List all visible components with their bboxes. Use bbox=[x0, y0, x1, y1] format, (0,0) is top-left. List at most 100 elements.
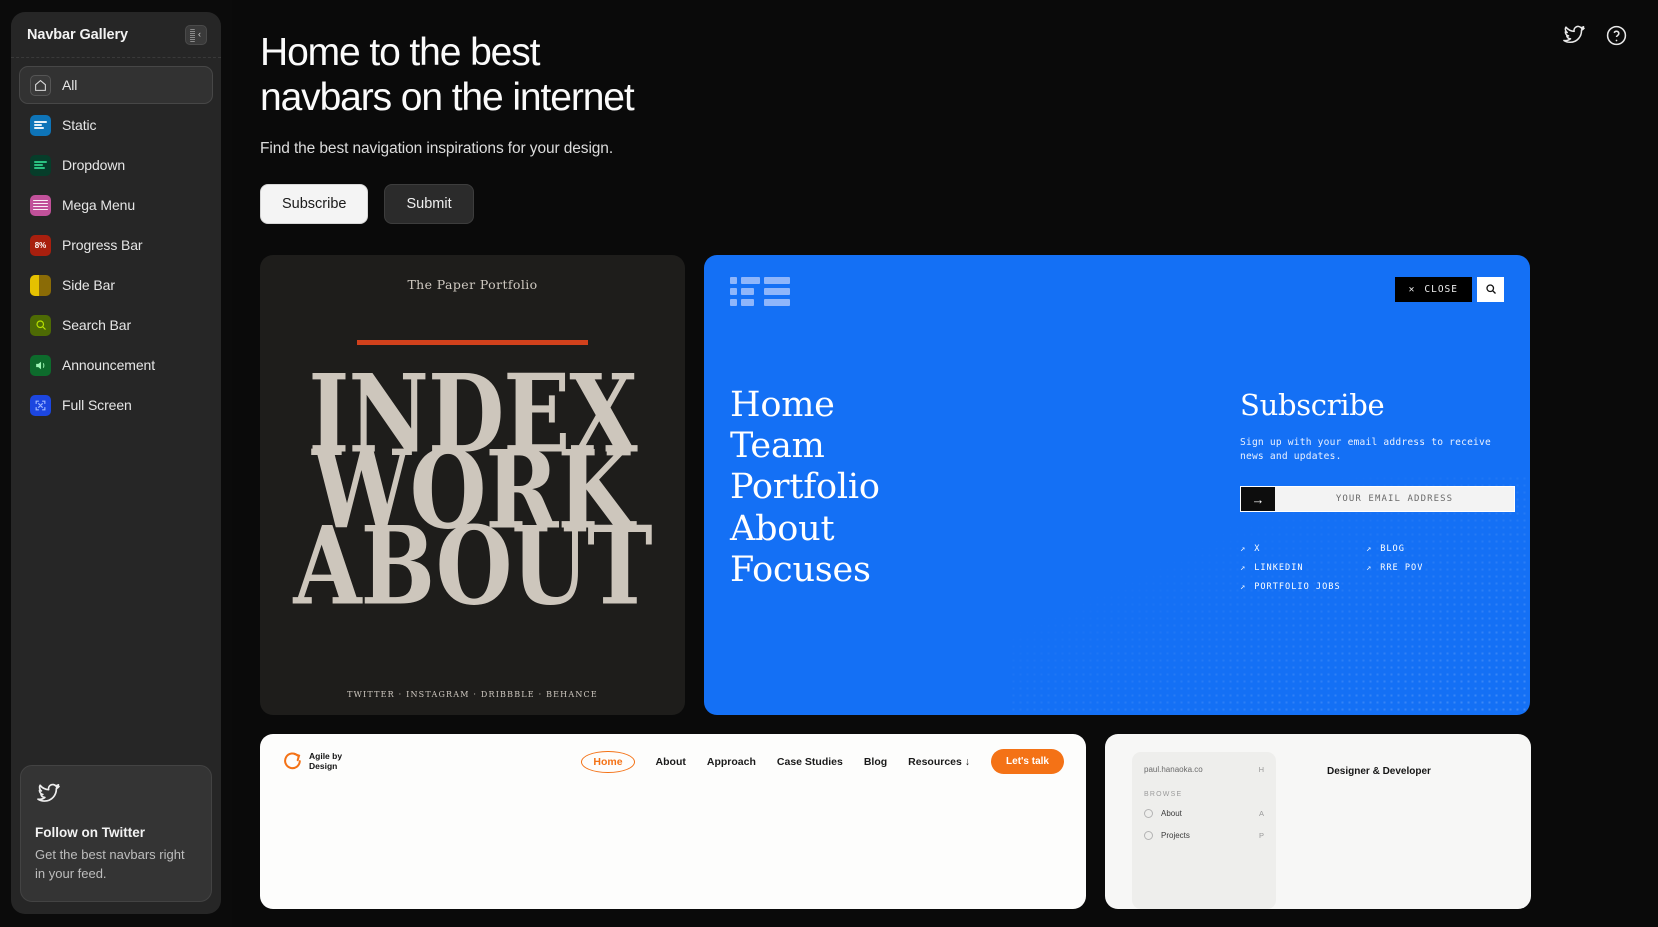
sidebar-item-side-bar[interactable]: Side Bar bbox=[19, 266, 213, 304]
arrow-up-right-icon: ↗ bbox=[1240, 582, 1247, 593]
agile-menu-about[interactable]: About bbox=[656, 756, 686, 768]
link-linkedin[interactable]: ↗ LINKEDIN bbox=[1240, 563, 1360, 573]
full-screen-icon bbox=[30, 394, 51, 416]
sidebar-item-mega-menu[interactable]: Mega Menu bbox=[19, 186, 213, 224]
page-title: Home to the best navbars on the internet bbox=[260, 31, 635, 119]
link-x[interactable]: ↗ X bbox=[1240, 544, 1360, 554]
gallery-card-paper-portfolio[interactable]: The Paper Portfolio INDEX WORK ABOUT TWI… bbox=[260, 254, 685, 715]
agile-menu: Home About Approach Case Studies Blog Re… bbox=[581, 749, 1064, 775]
agile-menu-case-studies[interactable]: Case Studies bbox=[777, 756, 843, 768]
agile-cta-button[interactable]: Let's talk bbox=[991, 749, 1064, 775]
paul-brand-row[interactable]: paul.hanaoka.co H bbox=[1144, 765, 1264, 774]
blue-nav-home[interactable]: Home bbox=[730, 385, 880, 426]
sidebar-item-static[interactable]: Static bbox=[19, 106, 213, 144]
mega-menu-icon bbox=[30, 194, 51, 216]
paper-social-links[interactable]: TWITTER · INSTAGRAM · DRIBBBLE · BEHANCE bbox=[347, 690, 598, 699]
link-label: PORTFOLIO JOBS bbox=[1254, 582, 1341, 593]
agile-navbar: Agile by Design Home About Approach Case… bbox=[260, 734, 1086, 790]
sidebar-item-progress-bar[interactable]: 8% Progress Bar bbox=[19, 226, 213, 264]
link-portfolio-jobs[interactable]: ↗ PORTFOLIO JOBS bbox=[1240, 582, 1360, 592]
sidebar-item-label: Announcement bbox=[62, 357, 155, 373]
email-submit-button[interactable]: → bbox=[1241, 487, 1275, 512]
twitter-promo-subtitle: Get the best navbars right in your feed. bbox=[35, 846, 185, 881]
sidebar: Navbar Gallery ‹ All Static Dropdown Meg… bbox=[0, 0, 232, 927]
arrow-up-right-icon: ↗ bbox=[1240, 544, 1247, 555]
page-subtitle: Find the best navigation inspirations fo… bbox=[260, 139, 614, 157]
paul-brand-bold: paul. bbox=[1144, 764, 1162, 774]
paul-item-row: Projects P bbox=[1161, 831, 1264, 840]
sidebar-panel: Navbar Gallery ‹ All Static Dropdown Meg… bbox=[11, 12, 221, 914]
blue-card-actions: ✕ CLOSE bbox=[1394, 276, 1504, 302]
hero-section: Home to the best navbars on the internet… bbox=[232, 0, 1658, 224]
link-blog[interactable]: ↗ BLOG bbox=[1366, 544, 1486, 554]
search-button[interactable] bbox=[1477, 276, 1504, 302]
help-circle-icon[interactable] bbox=[1605, 24, 1628, 47]
subscribe-button[interactable]: Subscribe bbox=[260, 183, 369, 224]
agile-brand-line2: Design bbox=[309, 760, 338, 771]
arrow-right-icon: → bbox=[1251, 491, 1265, 507]
gallery-card-agile-navbar[interactable]: Agile by Design Home About Approach Case… bbox=[260, 733, 1086, 909]
arrow-up-right-icon: ↗ bbox=[1366, 544, 1373, 555]
static-navbar-icon bbox=[30, 114, 51, 136]
subscribe-title: Subscribe bbox=[1240, 387, 1385, 422]
sidebar-title: Navbar Gallery bbox=[27, 26, 128, 43]
paul-item-projects[interactable]: Projects P bbox=[1144, 830, 1264, 840]
agile-menu-blog[interactable]: Blog bbox=[864, 756, 887, 768]
email-input[interactable]: YOUR EMAIL ADDRESS bbox=[1275, 487, 1514, 512]
navbar-gallery-grid: The Paper Portfolio INDEX WORK ABOUT TWI… bbox=[260, 254, 1658, 909]
blue-nav-team[interactable]: Team bbox=[730, 426, 880, 467]
gallery-card-paul-hanaoka[interactable]: paul.hanaoka.co H BROWSE About A Project… bbox=[1105, 733, 1531, 909]
announcement-icon bbox=[30, 354, 51, 376]
agile-brand-text: Agile by Design bbox=[309, 752, 342, 771]
subscribe-description: Sign up with your email address to recei… bbox=[1240, 436, 1491, 463]
progress-badge-value: 8% bbox=[34, 240, 47, 250]
close-button[interactable]: ✕ CLOSE bbox=[1394, 276, 1472, 302]
link-label: RRE POV bbox=[1380, 563, 1424, 574]
blue-nav-about[interactable]: About bbox=[730, 509, 880, 550]
agile-menu-approach[interactable]: Approach bbox=[707, 756, 756, 768]
paul-item-row: About A bbox=[1161, 809, 1264, 818]
paul-brand: paul.hanaoka.co bbox=[1144, 765, 1203, 774]
progress-bar-icon: 8% bbox=[30, 234, 51, 256]
close-label: CLOSE bbox=[1424, 283, 1458, 295]
layers-icon bbox=[1144, 830, 1153, 840]
submit-button[interactable]: Submit bbox=[384, 183, 474, 224]
blue-card-link-grid: ↗ X ↗ BLOG ↗ LINKEDIN ↗ RRE POV ↗ PORTFOLIO J… bbox=[1240, 544, 1515, 592]
paul-item-label: Projects bbox=[1161, 830, 1190, 840]
sidebar-item-full-screen[interactable]: Full Screen bbox=[19, 386, 213, 424]
agile-menu-home[interactable]: Home bbox=[581, 750, 635, 773]
twitter-icon[interactable] bbox=[1562, 24, 1585, 47]
paper-word-stack: INDEX WORK ABOUT bbox=[260, 296, 685, 686]
sidebar-item-all[interactable]: All bbox=[19, 66, 213, 104]
sidebar-item-label: Search Bar bbox=[62, 317, 132, 333]
sidebar-item-announcement[interactable]: Announcement bbox=[19, 346, 213, 384]
blue-nav-portfolio[interactable]: Portfolio bbox=[730, 467, 880, 508]
paul-item-about[interactable]: About A bbox=[1144, 808, 1264, 818]
link-label: LINKEDIN bbox=[1254, 563, 1304, 574]
chevron-left-icon: ‹ bbox=[198, 29, 201, 39]
twitter-promo-card[interactable]: Follow on Twitter Get the best navbars r… bbox=[20, 764, 212, 902]
sidebar-item-dropdown[interactable]: Dropdown bbox=[19, 146, 213, 184]
paper-brand: The Paper Portfolio bbox=[407, 276, 538, 292]
blue-nav-focuses[interactable]: Focuses bbox=[730, 550, 880, 591]
topbar-actions bbox=[1562, 24, 1628, 47]
strikethrough-line bbox=[357, 339, 588, 345]
paper-word-about[interactable]: ABOUT bbox=[293, 512, 652, 619]
paul-headline: Designer & Developer bbox=[1327, 765, 1431, 777]
app-root: Navbar Gallery ‹ All Static Dropdown Meg… bbox=[0, 0, 1658, 927]
email-signup-row: → YOUR EMAIL ADDRESS bbox=[1240, 486, 1515, 513]
sidebar-item-label: All bbox=[62, 77, 78, 93]
sidebar-collapse-icon[interactable]: ‹ bbox=[185, 24, 207, 45]
agile-menu-resources[interactable]: Resources ↓ bbox=[908, 756, 970, 768]
agile-logo[interactable]: Agile by Design bbox=[282, 751, 342, 773]
gallery-card-blue-navbar[interactable]: ✕ CLOSE Home Team Portfolio About Focuse… bbox=[704, 254, 1530, 715]
agile-logo-icon bbox=[284, 752, 301, 769]
close-icon: ✕ bbox=[1408, 283, 1416, 295]
sidebar-item-search-bar[interactable]: Search Bar bbox=[19, 306, 213, 344]
paul-item-label: About bbox=[1161, 808, 1182, 818]
sidebar-item-label: Mega Menu bbox=[62, 197, 136, 213]
link-rre-pov[interactable]: ↗ RRE POV bbox=[1366, 563, 1486, 573]
rre-logo-icon[interactable] bbox=[730, 276, 1504, 306]
sidebar-item-label: Progress Bar bbox=[62, 237, 143, 253]
